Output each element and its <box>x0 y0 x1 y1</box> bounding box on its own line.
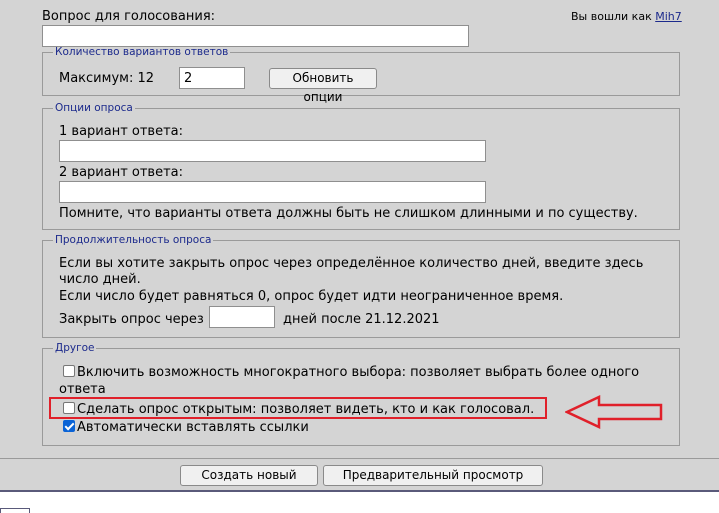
login-status-text: Вы вошли как <box>571 10 652 23</box>
multi-choice-label-line2: ответа <box>59 382 106 397</box>
options-count-input[interactable] <box>179 67 245 89</box>
max-options-label: Максимум: 12 <box>59 71 154 86</box>
close-poll-prefix: Закрыть опрос через <box>59 312 204 327</box>
option2-label: 2 вариант ответа: <box>59 165 184 180</box>
options-count-legend: Количество вариантов ответов <box>55 46 229 58</box>
close-days-input[interactable] <box>209 306 275 328</box>
duration-line2: число дней. <box>59 272 141 287</box>
option2-input[interactable] <box>59 181 486 203</box>
duration-line1: Если вы хотите закрыть опрос через опред… <box>59 256 644 271</box>
arrow-icon <box>565 395 663 429</box>
option1-label: 1 вариант ответа: <box>59 124 184 139</box>
multi-choice-checkbox[interactable] <box>63 365 75 377</box>
login-status: Вы вошли как Mih7 <box>571 10 682 23</box>
option1-input[interactable] <box>59 140 486 162</box>
poll-options-legend: Опции опроса <box>55 102 133 114</box>
bottom-corner-box <box>0 508 30 513</box>
highlight-box <box>49 397 547 419</box>
other-legend: Другое <box>55 342 95 354</box>
multi-choice-label-line1: Включить возможность многократного выбор… <box>77 365 640 380</box>
question-label: Вопрос для голосования: <box>42 9 216 24</box>
options-hint: Помните, что варианты ответа должны быть… <box>59 206 638 221</box>
auto-links-label: Автоматически вставлять ссылки <box>77 420 309 435</box>
close-poll-suffix: дней после 21.12.2021 <box>283 312 440 327</box>
question-input[interactable] <box>42 25 469 47</box>
bottom-strip <box>0 492 719 513</box>
create-poll-button[interactable]: Создать новый опрос <box>180 465 318 501</box>
auto-links-checkbox[interactable] <box>63 420 75 432</box>
duration-legend: Продолжительность опроса <box>55 234 212 246</box>
duration-line3: Если число будет равняться 0, опрос буде… <box>59 289 564 304</box>
update-options-button[interactable]: Обновить опции <box>269 68 377 104</box>
footer-divider <box>0 458 719 459</box>
username-link[interactable]: Mih7 <box>655 10 682 23</box>
preview-poll-button[interactable]: Предварительный просмотр опроса <box>323 465 543 501</box>
